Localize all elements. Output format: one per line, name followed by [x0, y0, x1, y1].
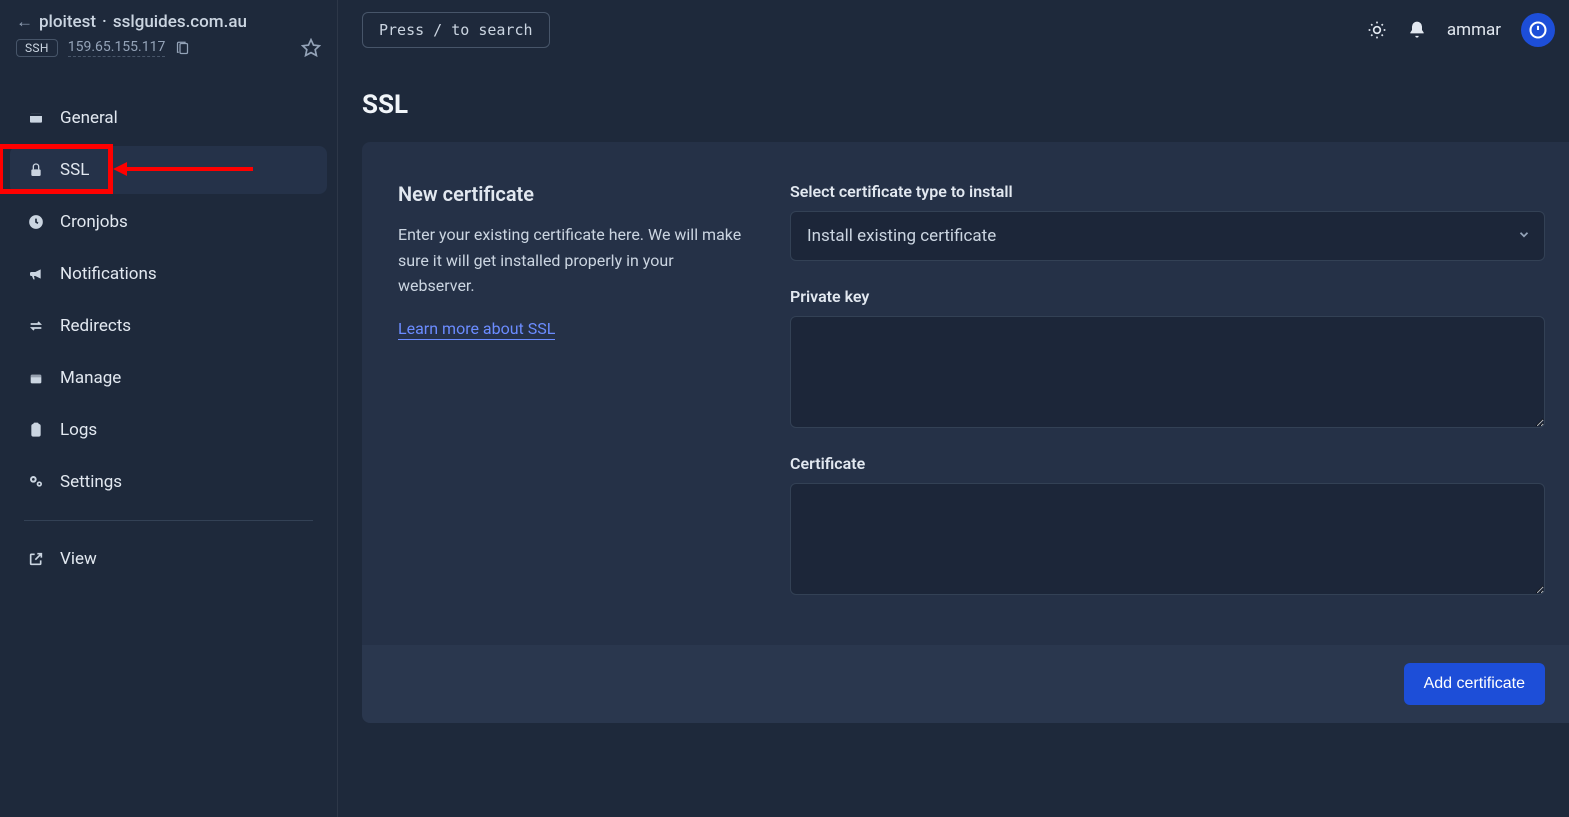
sidebar-item-general[interactable]: General [10, 94, 327, 142]
sidebar: ← ploitest · sslguides.com.au SSH 159.65… [0, 0, 338, 817]
sub-row: SSH 159.65.155.117 [16, 38, 321, 58]
breadcrumb[interactable]: ← ploitest · sslguides.com.au [16, 12, 321, 32]
certificate-input[interactable] [790, 483, 1545, 595]
breadcrumb-domain: sslguides.com.au [113, 12, 247, 32]
sidebar-item-manage[interactable]: Manage [10, 354, 327, 402]
username-label[interactable]: ammar [1447, 20, 1501, 40]
panel-description: New certificate Enter your existing cert… [398, 182, 750, 621]
ssh-badge[interactable]: SSH [16, 39, 58, 57]
window-icon [26, 110, 46, 126]
topbar-right: ammar [1367, 13, 1545, 47]
page-title: SSL [338, 60, 1569, 142]
sidebar-item-label: View [60, 549, 97, 569]
nav-divider [24, 520, 313, 521]
bell-icon[interactable] [1407, 20, 1427, 40]
search-button[interactable]: Press / to search [362, 12, 550, 48]
server-ip[interactable]: 159.65.155.117 [68, 39, 166, 57]
add-certificate-button[interactable]: Add certificate [1404, 663, 1545, 705]
form-description: Enter your existing certificate here. We… [398, 222, 750, 299]
sidebar-item-label: Notifications [60, 264, 157, 284]
main-content: Press / to search ammar SSL New certific… [338, 0, 1569, 817]
clock-icon [26, 214, 46, 230]
external-link-icon [26, 551, 46, 567]
certificate-label: Certificate [790, 454, 1545, 473]
sidebar-item-label: Redirects [60, 316, 131, 336]
sidebar-item-ssl[interactable]: SSL [10, 146, 327, 194]
panel-footer: Add certificate [362, 645, 1569, 723]
sidebar-item-view[interactable]: View [10, 535, 327, 583]
sidebar-item-notifications[interactable]: Notifications [10, 250, 327, 298]
breadcrumb-sep: · [102, 12, 107, 32]
cert-type-label: Select certificate type to install [790, 182, 1545, 201]
cert-type-select[interactable]: Install existing certificate [790, 211, 1545, 261]
private-key-label: Private key [790, 287, 1545, 306]
sidebar-header: ← ploitest · sslguides.com.au SSH 159.65… [0, 0, 337, 66]
avatar[interactable] [1521, 13, 1555, 47]
arrows-icon [26, 318, 46, 334]
clipboard-icon [26, 422, 46, 438]
panel-form: Select certificate type to install Insta… [790, 182, 1545, 621]
box-icon [26, 370, 46, 386]
lock-icon [26, 162, 46, 178]
sidebar-item-logs[interactable]: Logs [10, 406, 327, 454]
sidebar-nav: General SSL Cronjobs Notifications [0, 94, 337, 583]
sidebar-item-label: Manage [60, 368, 121, 388]
sidebar-item-settings[interactable]: Settings [10, 458, 327, 506]
cogs-icon [26, 474, 46, 490]
private-key-input[interactable] [790, 316, 1545, 428]
star-icon[interactable] [301, 38, 321, 58]
form-heading: New certificate [398, 182, 750, 206]
learn-more-link[interactable]: Learn more about SSL [398, 319, 555, 340]
sun-icon[interactable] [1367, 20, 1387, 40]
sidebar-item-cronjobs[interactable]: Cronjobs [10, 198, 327, 246]
bullhorn-icon [26, 266, 46, 282]
cert-type-selected-value: Install existing certificate [790, 211, 1545, 261]
clipboard-icon[interactable] [175, 41, 190, 56]
ssl-panel: New certificate Enter your existing cert… [362, 142, 1569, 645]
sidebar-item-label: Logs [60, 420, 97, 440]
back-arrow-icon[interactable]: ← [16, 12, 33, 32]
sidebar-item-label: Cronjobs [60, 212, 128, 232]
breadcrumb-project: ploitest [39, 12, 96, 32]
sidebar-item-label: General [60, 108, 118, 128]
sidebar-item-label: SSL [60, 160, 89, 180]
sidebar-item-label: Settings [60, 472, 122, 492]
sidebar-item-redirects[interactable]: Redirects [10, 302, 327, 350]
topbar: Press / to search ammar [338, 0, 1569, 60]
